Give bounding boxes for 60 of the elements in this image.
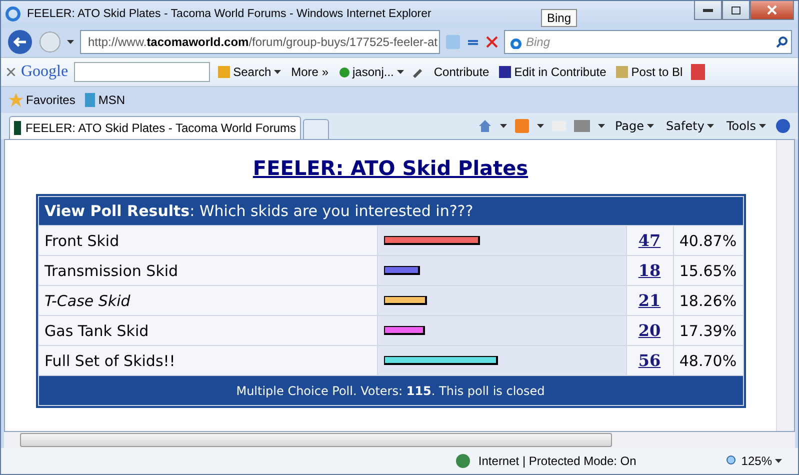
percent-cell: 17.39% [674, 316, 742, 345]
maximize-button[interactable] [722, 1, 750, 20]
thread-title-link[interactable]: FEELER: ATO Skid Plates [252, 156, 528, 180]
command-button[interactable]: Safety [664, 119, 716, 133]
horizontal-scrollbar[interactable] [4, 432, 795, 448]
command-button[interactable]: Page [612, 119, 656, 133]
minimize-icon [703, 8, 713, 12]
status-dot-icon [338, 66, 350, 78]
home-icon[interactable] [478, 119, 492, 133]
search-field[interactable]: Bing [504, 30, 792, 54]
back-icon[interactable] [7, 29, 33, 55]
caret-icon[interactable] [775, 459, 782, 463]
option-cell: Full Set of Skids!! [38, 346, 376, 375]
more-button[interactable]: More » [289, 65, 330, 79]
command-button[interactable]: Tools [724, 119, 768, 133]
toolbar-logo: Google [21, 63, 68, 81]
caret-icon[interactable] [536, 124, 544, 128]
caret-icon[interactable] [759, 124, 766, 128]
option-cell: T-Case Skid [38, 286, 376, 315]
poll-header: View Poll Results: Which skids are you interested in??? [38, 197, 742, 225]
close-icon [767, 5, 777, 15]
minimize-button[interactable] [694, 1, 722, 20]
tooltip: Bing [541, 9, 578, 27]
percent-cell: 15.65% [674, 256, 742, 285]
vertical-scrollbar[interactable] [776, 140, 794, 431]
user-button[interactable]: jasonj... [336, 65, 406, 79]
maximize-icon [731, 6, 741, 14]
address-field[interactable]: http://www.tacomaworld.com/forum/group-buys/177525-feeler-at [80, 30, 440, 54]
caret-icon[interactable] [500, 124, 507, 128]
option-cell: Front Skid [38, 226, 376, 255]
edit-in-contribute-button[interactable]: Edit in Contribute [497, 65, 608, 79]
browser-tab[interactable]: FEELER: ATO Skid Plates - Tacoma World Forums [9, 116, 301, 139]
window-title: FEELER: ATO Skid Plates - Tacoma World Forums - Windows Internet Explorer [27, 8, 432, 20]
stop-icon[interactable] [486, 36, 498, 48]
percent-cell: 48.70% [674, 346, 742, 375]
search-icon[interactable] [776, 36, 788, 48]
globe-icon [456, 454, 470, 468]
security-zone: Internet | Protected Mode: On [478, 454, 636, 468]
option-cell: Gas Tank Skid [38, 316, 376, 345]
post-to-blog-button[interactable]: Post to Bl [614, 65, 685, 79]
favorite-link[interactable]: MSN [83, 93, 128, 107]
caret-icon[interactable] [396, 70, 404, 74]
zoom-button[interactable]: 125% [724, 454, 784, 468]
caret-icon[interactable] [67, 40, 74, 44]
poll-footer: Multiple Choice Poll. Voters: 115. This poll is closed [38, 376, 742, 405]
contribute-button[interactable]: Contribute [432, 65, 492, 79]
zoom-icon [726, 455, 738, 467]
caret-icon[interactable] [707, 124, 714, 128]
percent-cell: 40.87% [674, 226, 742, 255]
search-button[interactable]: Search [216, 65, 284, 79]
close-button[interactable] [750, 1, 794, 20]
caret-icon[interactable] [598, 124, 605, 128]
favorites-button[interactable]: Favorites [7, 93, 78, 107]
close-toolbar-icon[interactable] [7, 68, 15, 76]
caret-icon[interactable] [647, 124, 654, 128]
percent-cell: 18.26% [674, 286, 742, 315]
option-cell: Transmission Skid [38, 256, 376, 285]
star-icon [9, 93, 23, 107]
caret-icon[interactable] [274, 70, 282, 74]
google-search-field[interactable] [74, 62, 210, 82]
